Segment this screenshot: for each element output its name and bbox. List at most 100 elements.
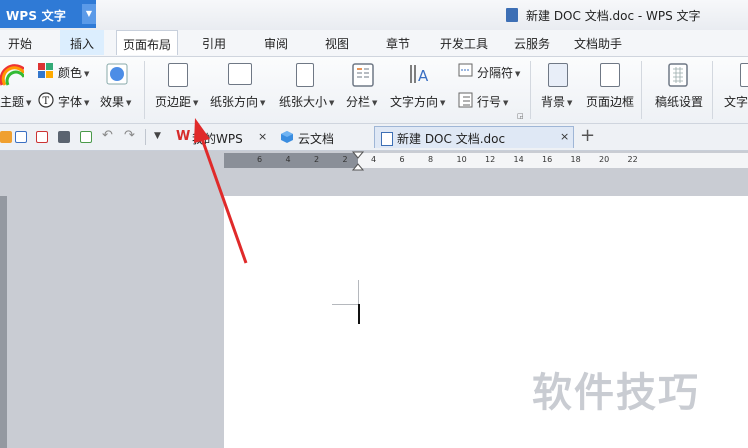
- doc-tab-current[interactable]: 新建 DOC 文档.doc ×: [374, 126, 574, 148]
- theme-button[interactable]: 主题 ▼: [0, 93, 31, 110]
- svg-text:A: A: [418, 67, 429, 85]
- background-icon: [548, 63, 568, 87]
- save-icon[interactable]: [15, 131, 27, 143]
- tab-developer[interactable]: 开发工具: [440, 35, 488, 52]
- tab-chapter[interactable]: 章节: [386, 35, 410, 52]
- line-numbers-label: 行号: [477, 95, 502, 109]
- dialog-launcher-icon[interactable]: ◲: [517, 112, 524, 120]
- effect-label: 效果: [100, 95, 125, 109]
- chevron-down-icon: ▼: [503, 98, 509, 107]
- chevron-down-icon: ▼: [126, 98, 132, 107]
- color-button[interactable]: 颜色 ▼: [58, 64, 89, 81]
- chevron-down-icon: ▼: [26, 98, 32, 107]
- watermark: 软件技巧: [532, 370, 700, 416]
- background-label: 背景: [541, 95, 566, 109]
- document-icon: [506, 8, 518, 22]
- ruler-tick-label: 8: [428, 155, 434, 164]
- grid-paper-icon: [668, 63, 688, 87]
- ruler-tick-label: 16: [542, 155, 553, 164]
- undo-icon[interactable]: ↶: [102, 128, 113, 143]
- window-title: 新建 DOC 文档.doc - WPS 文字: [526, 9, 701, 23]
- ruler-tick-label: 14: [513, 155, 524, 164]
- ruler-tick-label: 4: [371, 155, 377, 164]
- document-icon: [381, 132, 393, 146]
- chevron-down-icon: ▼: [440, 98, 446, 107]
- ruler-ticks: 6 4 2 2 4 6 8 10 12 14 16 18 20 22: [224, 153, 748, 168]
- chevron-down-icon[interactable]: ▼: [82, 4, 96, 24]
- wrap-text-button[interactable]: 文字: [724, 93, 748, 110]
- print-icon[interactable]: [58, 131, 70, 143]
- doc-tab-label: 新建 DOC 文档.doc: [397, 132, 506, 146]
- page-border-button[interactable]: 页面边框: [586, 93, 634, 110]
- ruler-tick-label: 10: [456, 155, 467, 164]
- ruler-tick-label: 12: [485, 155, 496, 164]
- columns-label: 分栏: [346, 95, 371, 109]
- effect-button[interactable]: 效果 ▼: [100, 93, 131, 110]
- effect-icon: [106, 63, 128, 85]
- orientation-label: 纸张方向: [210, 95, 259, 109]
- line-numbers-button[interactable]: 行号 ▼: [477, 93, 508, 110]
- paper-size-button[interactable]: 纸张大小 ▼: [279, 93, 334, 110]
- chevron-down-icon: ▼: [260, 98, 266, 107]
- quick-access-toolbar: ↶ ↷ ▼ W 我的WPS × 云文档 新建 DOC 文档.doc × +: [0, 124, 748, 151]
- ruler-tick-label: 22: [627, 155, 638, 164]
- vertical-ruler[interactable]: [0, 196, 7, 448]
- margins-icon: [168, 63, 188, 87]
- divider: [145, 129, 146, 145]
- font-icon: T: [38, 92, 54, 108]
- paper-size-icon: [296, 63, 314, 87]
- ruler-tick-label: 6: [399, 155, 405, 164]
- svg-text:T: T: [43, 96, 50, 107]
- chevron-down-icon: ▼: [84, 98, 90, 107]
- chevron-down-icon: ▼: [372, 98, 378, 107]
- app-name: WPS 文字: [6, 9, 67, 23]
- ruler-tick-label: 20: [599, 155, 610, 164]
- tab-home[interactable]: 开始: [8, 35, 32, 52]
- divider: [530, 61, 531, 119]
- chevron-down-icon[interactable]: ▼: [154, 131, 161, 141]
- divider: [144, 61, 145, 119]
- breaks-button[interactable]: 分隔符 ▼: [477, 64, 520, 81]
- folder-icon[interactable]: [0, 131, 12, 143]
- chevron-down-icon: ▼: [193, 98, 199, 107]
- tab-cloud-service[interactable]: 云服务: [514, 35, 550, 52]
- paper-size-label: 纸张大小: [279, 95, 328, 109]
- pdf-icon[interactable]: [36, 131, 48, 143]
- divider: [712, 61, 713, 119]
- chevron-down-icon: ▼: [84, 69, 90, 78]
- font-button[interactable]: 字体 ▼: [58, 93, 89, 110]
- columns-button[interactable]: 分栏 ▼: [346, 93, 377, 110]
- ruler-tick-label: 2: [314, 155, 320, 164]
- margins-label: 页边距: [155, 95, 192, 109]
- doc-tab-cloud-docs[interactable]: 云文档: [278, 126, 368, 148]
- grid-paper-button[interactable]: 稿纸设置: [655, 93, 703, 110]
- redo-icon[interactable]: ↷: [124, 128, 135, 143]
- tab-doc-assistant[interactable]: 文档助手: [574, 35, 622, 52]
- tab-references[interactable]: 引用: [202, 35, 226, 52]
- tab-page-layout[interactable]: 页面布局: [116, 30, 179, 55]
- tab-review[interactable]: 审阅: [264, 35, 288, 52]
- ruler-tick-label: 2: [342, 155, 348, 164]
- indent-marker-icon[interactable]: [352, 151, 364, 171]
- tab-view[interactable]: 视图: [325, 35, 349, 52]
- print-preview-icon[interactable]: [80, 131, 92, 143]
- text-direction-label: 文字方向: [390, 95, 439, 109]
- app-menu-button[interactable]: WPS 文字 ▼: [0, 0, 96, 28]
- new-tab-icon[interactable]: +: [580, 125, 595, 146]
- page-border-icon: [600, 63, 620, 87]
- chevron-down-icon: ▼: [515, 69, 521, 78]
- divider: [641, 61, 642, 119]
- ribbon: 主题 ▼ 颜色 ▼ T 字体 ▼ 效果 ▼ 页边距 ▼ 纸张方向 ▼ 纸张大小 ▼ 分栏 ▼: [0, 57, 748, 124]
- orientation-icon: [228, 63, 252, 85]
- background-button[interactable]: 背景 ▼: [541, 93, 572, 110]
- orientation-button[interactable]: 纸张方向 ▼: [210, 93, 265, 110]
- tab-insert[interactable]: 插入: [60, 30, 105, 55]
- cloud-icon: [281, 131, 293, 143]
- text-direction-button[interactable]: 文字方向 ▼: [390, 93, 445, 110]
- wrap-text-icon: [740, 63, 748, 87]
- ruler-tick-label: 18: [570, 155, 581, 164]
- close-icon[interactable]: ×: [560, 130, 569, 143]
- line-numbers-icon: [458, 92, 473, 108]
- chevron-down-icon: ▼: [567, 98, 573, 107]
- margins-button[interactable]: 页边距 ▼: [155, 93, 198, 110]
